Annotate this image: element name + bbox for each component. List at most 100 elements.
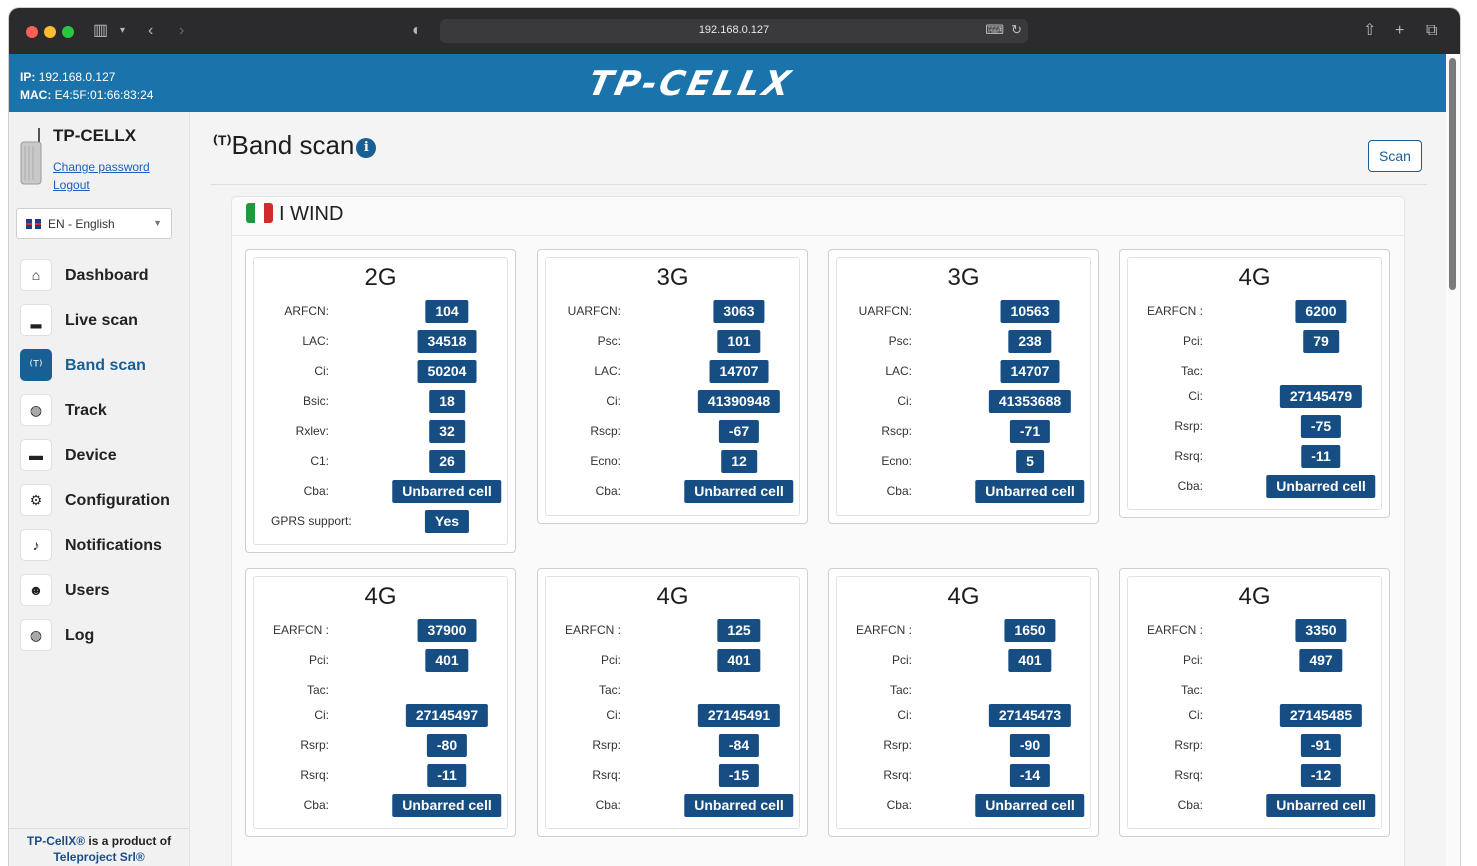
field-label: Rsrq:: [883, 768, 912, 782]
operator-header: I WIND: [246, 203, 343, 227]
field-value-badge: 27145479: [1279, 385, 1363, 408]
field-value-badge: 104: [425, 300, 469, 323]
field-label: Rsrp:: [883, 738, 912, 752]
cell-field-row: Cba: Unbarred cell: [538, 480, 807, 504]
cell-field-row: Ci: 27145473: [829, 704, 1098, 728]
cell-field-row: Rsrq: -15: [538, 764, 807, 788]
field-value-badge: 26: [429, 450, 465, 473]
back-arrow-icon[interactable]: ‹: [148, 21, 153, 41]
logout-link[interactable]: Logout: [53, 178, 90, 192]
cell-field-row: Pci: 401: [538, 649, 807, 673]
field-label: Ecno:: [590, 454, 621, 468]
cell-field-row: Tac:: [1120, 360, 1389, 384]
field-label: Tac:: [889, 683, 912, 697]
sidebar-item-band-scan[interactable]: ⁽ᵀ⁾ Band scan: [17, 344, 189, 389]
field-value-badge: 27145497: [405, 704, 489, 727]
cell-field-row: Ci: 27145485: [1120, 704, 1389, 728]
sidebar-item-notifications[interactable]: ♪ Notifications: [17, 524, 189, 569]
sidebar: TP-CELLX Change password Logout EN - Eng…: [9, 112, 190, 866]
translate-icon[interactable]: ⌨: [985, 22, 1004, 38]
device-info: IP: 192.168.0.127 MAC: E4:5F:01:66:83:24: [20, 68, 153, 104]
sidebar-item-configuration[interactable]: ⚙ Configuration: [17, 479, 189, 524]
sidebar-item-dashboard[interactable]: ⌂ Dashboard: [17, 254, 189, 299]
cell-field-row: Rsrq: -12: [1120, 764, 1389, 788]
field-label: LAC:: [885, 364, 912, 378]
cell-field-row: Cba: Unbarred cell: [246, 794, 515, 818]
cell-field-row: EARFCN : 37900: [246, 619, 515, 643]
cell-field-row: UARFCN: 10563: [829, 300, 1098, 324]
share-icon[interactable]: ⇧: [1363, 21, 1376, 41]
sidebar-item-label: Band scan: [65, 357, 146, 374]
tab-overview-icon[interactable]: ⧉: [1426, 21, 1437, 41]
address-bar[interactable]: 192.168.0.127 ⌨ ↻: [440, 19, 1028, 43]
sidebar-item-label: Track: [65, 402, 107, 419]
footer-brand: TP-CellX®: [26, 834, 86, 848]
sidebar-item-device[interactable]: ▬ Device: [17, 434, 189, 479]
new-tab-icon[interactable]: +: [1395, 21, 1404, 41]
field-value-badge: 3350: [1295, 619, 1347, 642]
minimize-window-button[interactable]: [44, 26, 56, 38]
cell-field-row: Pci: 79: [1120, 330, 1389, 354]
bell-icon: ♪: [20, 529, 52, 561]
divider: [232, 235, 1404, 236]
cell-field-row: ARFCN: 104: [246, 300, 515, 324]
field-label: Rsrp:: [1174, 419, 1203, 433]
cell-field-row: Tac:: [829, 679, 1098, 703]
field-label: Ci:: [314, 364, 329, 378]
language-select[interactable]: EN - English ▼: [16, 208, 172, 239]
field-label: Cba:: [303, 798, 329, 812]
sidebar-item-track[interactable]: ◍ Track: [17, 389, 189, 434]
cell-card: 4G EARFCN : 1650 Pci: 401 Tac: Ci: 27145473 Rsrp…: [828, 568, 1099, 837]
sidebar-footer: TP-CellX® is a product of Teleproject Sr…: [9, 828, 189, 866]
field-label: Cba:: [1177, 798, 1203, 812]
mac-label: MAC:: [20, 88, 52, 102]
signal-bars-icon: ▂: [20, 304, 52, 336]
sidebar-item-log[interactable]: ◍ Log: [17, 614, 189, 659]
cell-field-row: Cba: Unbarred cell: [538, 794, 807, 818]
field-label: Rscp:: [590, 424, 621, 438]
operator-card: I WIND 2G ARFCN: 104 LAC: 34518 Ci: 50204 Bsic:…: [231, 196, 1405, 866]
cell-field-row: Cba: Unbarred cell: [829, 480, 1098, 504]
field-value-badge: -91: [1300, 734, 1342, 757]
scrollbar-thumb[interactable]: [1449, 58, 1456, 290]
field-label: Rsrp:: [300, 738, 329, 752]
field-label: Rsrp:: [1174, 738, 1203, 752]
field-value-badge: -11: [427, 764, 467, 787]
cell-field-row: Rscp: -71: [829, 420, 1098, 444]
field-value-badge: -84: [718, 734, 760, 757]
forward-arrow-icon[interactable]: ›: [179, 21, 184, 41]
sidebar-item-label: Notifications: [65, 537, 162, 554]
browser-window: ▥ ▾ ‹ › ◐ 192.168.0.127 ⌨ ↻ ⇧ + ⧉ IP: 19…: [9, 8, 1460, 866]
info-icon[interactable]: i: [356, 138, 377, 158]
field-label: Rsrq:: [1174, 449, 1203, 463]
field-label: EARFCN :: [272, 623, 329, 637]
compass-icon: ◍: [20, 394, 52, 426]
cell-field-row: Ci: 41390948: [538, 390, 807, 414]
field-label: Rsrq:: [300, 768, 329, 782]
cell-field-row: Pci: 401: [246, 649, 515, 673]
sidebar-item-users[interactable]: ☻ Users: [17, 569, 189, 614]
field-value-badge: 5: [1016, 450, 1044, 473]
sidebar-toggle-icon[interactable]: ▥: [93, 21, 108, 41]
cell-card-inner: [545, 257, 800, 516]
reload-icon[interactable]: ↻: [1011, 22, 1022, 38]
field-value-badge: 6200: [1295, 300, 1347, 323]
field-value-badge: 401: [1008, 649, 1052, 672]
zoom-window-button[interactable]: [62, 26, 74, 38]
field-value-badge: 3063: [713, 300, 765, 323]
privacy-shield-icon[interactable]: ◐: [412, 21, 422, 41]
users-icon: ☻: [20, 574, 52, 606]
field-label: Rscp:: [881, 424, 912, 438]
close-window-button[interactable]: [26, 26, 38, 38]
caret-down-icon: ▼: [153, 218, 162, 228]
scan-button[interactable]: Scan: [1368, 140, 1422, 172]
field-value-badge: 401: [425, 649, 469, 672]
cell-field-row: Cba: Unbarred cell: [1120, 794, 1389, 818]
sidebar-item-live-scan[interactable]: ▂ Live scan: [17, 299, 189, 344]
field-value-badge: Unbarred cell: [392, 794, 502, 817]
change-password-link[interactable]: Change password: [53, 160, 150, 174]
chevron-down-icon[interactable]: ▾: [120, 21, 125, 41]
field-label: Pci:: [1182, 334, 1203, 348]
field-value-badge: 34518: [417, 330, 477, 353]
cell-field-row: EARFCN : 125: [538, 619, 807, 643]
